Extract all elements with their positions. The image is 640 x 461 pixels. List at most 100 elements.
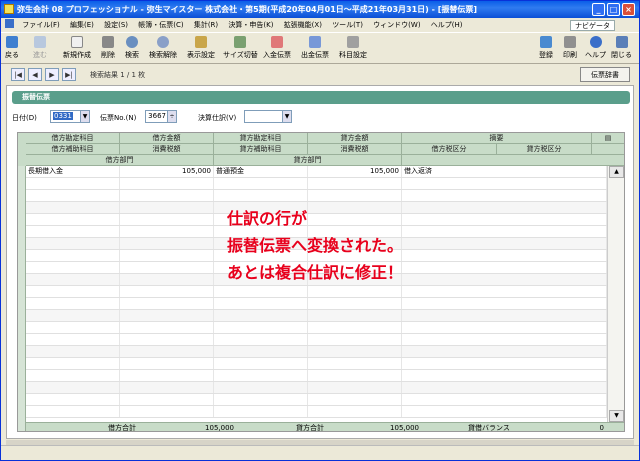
empty-cell[interactable] (120, 286, 214, 297)
empty-cell[interactable] (214, 346, 308, 357)
empty-cell[interactable] (214, 370, 308, 381)
empty-cell[interactable] (214, 406, 308, 417)
empty-cell[interactable] (26, 322, 120, 333)
empty-cell[interactable] (402, 370, 607, 381)
memo-cell[interactable]: 借入返済 (402, 166, 607, 177)
empty-row[interactable] (26, 406, 607, 418)
empty-cell[interactable] (308, 322, 402, 333)
empty-cell[interactable] (120, 382, 214, 393)
empty-cell[interactable] (120, 346, 214, 357)
debit-amount-cell[interactable]: 105,000 (120, 166, 214, 177)
empty-cell[interactable] (26, 358, 120, 369)
empty-cell[interactable] (214, 358, 308, 369)
empty-cell[interactable] (402, 394, 607, 405)
empty-row[interactable] (26, 358, 607, 370)
first-record-button[interactable]: |◀ (11, 68, 25, 81)
empty-cell[interactable] (26, 334, 120, 345)
menu-reports[interactable]: 集計(R) (190, 21, 222, 29)
scroll-down-arrow[interactable]: ▼ (609, 410, 624, 422)
empty-cell[interactable] (26, 298, 120, 309)
empty-cell[interactable] (120, 202, 214, 213)
empty-cell[interactable] (26, 226, 120, 237)
deposit-voucher-button[interactable]: 入金伝票 (263, 36, 291, 60)
empty-cell[interactable] (308, 286, 402, 297)
empty-cell[interactable] (26, 238, 120, 249)
register-button[interactable]: 登録 (539, 36, 553, 60)
payment-voucher-button[interactable]: 出金伝票 (301, 36, 329, 60)
empty-cell[interactable] (214, 178, 308, 189)
voucher-no-field[interactable]: 3667 ÷ (145, 110, 177, 123)
empty-cell[interactable] (308, 178, 402, 189)
empty-cell[interactable] (402, 190, 607, 201)
empty-cell[interactable] (308, 334, 402, 345)
prev-record-button[interactable]: ◀ (28, 68, 42, 81)
menu-extensions[interactable]: 拡張機能(X) (280, 21, 326, 29)
empty-cell[interactable] (26, 394, 120, 405)
empty-row[interactable] (26, 346, 607, 358)
empty-cell[interactable] (402, 298, 607, 309)
empty-row[interactable] (26, 190, 607, 202)
menu-closing[interactable]: 決算・申告(K) (224, 21, 277, 29)
credit-account-cell[interactable]: 普通預金 (214, 166, 308, 177)
empty-cell[interactable] (26, 178, 120, 189)
empty-cell[interactable] (120, 226, 214, 237)
empty-cell[interactable] (214, 334, 308, 345)
empty-cell[interactable] (308, 298, 402, 309)
empty-cell[interactable] (214, 310, 308, 321)
scroll-up-arrow[interactable]: ▲ (609, 166, 624, 178)
size-toggle-button[interactable]: サイズ切替 (223, 36, 258, 60)
empty-cell[interactable] (308, 394, 402, 405)
empty-cell[interactable] (308, 406, 402, 417)
empty-cell[interactable] (402, 286, 607, 297)
account-settings-button[interactable]: 科目設定 (339, 36, 367, 60)
empty-cell[interactable] (402, 406, 607, 417)
empty-cell[interactable] (26, 202, 120, 213)
empty-row[interactable] (26, 370, 607, 382)
empty-cell[interactable] (120, 358, 214, 369)
empty-cell[interactable] (402, 382, 607, 393)
empty-cell[interactable] (120, 322, 214, 333)
empty-cell[interactable] (26, 190, 120, 201)
empty-cell[interactable] (402, 178, 607, 189)
empty-cell[interactable] (402, 322, 607, 333)
back-button[interactable]: 戻る (5, 36, 19, 60)
vertical-scrollbar[interactable]: ▲ ▼ (607, 166, 624, 422)
empty-cell[interactable] (120, 406, 214, 417)
menu-window[interactable]: ウィンドウ(W) (369, 21, 424, 29)
chevron-down-icon[interactable]: ▼ (80, 111, 89, 122)
search-clear-button[interactable]: 検索解除 (149, 36, 177, 60)
empty-cell[interactable] (120, 178, 214, 189)
empty-cell[interactable] (120, 274, 214, 285)
forward-button[interactable]: 進む (33, 36, 47, 60)
empty-row[interactable] (26, 322, 607, 334)
empty-cell[interactable] (26, 310, 120, 321)
new-button[interactable]: 新規作成 (63, 36, 91, 60)
menu-books[interactable]: 帳簿・伝票(C) (134, 21, 187, 29)
empty-cell[interactable] (214, 322, 308, 333)
empty-cell[interactable] (26, 406, 120, 417)
credit-amount-cell[interactable]: 105,000 (308, 166, 402, 177)
empty-cell[interactable] (120, 298, 214, 309)
empty-cell[interactable] (120, 334, 214, 345)
empty-row[interactable] (26, 394, 607, 406)
menu-tools[interactable]: ツール(T) (328, 21, 367, 29)
display-settings-button[interactable]: 表示設定 (187, 36, 215, 60)
empty-cell[interactable] (214, 394, 308, 405)
empty-cell[interactable] (308, 382, 402, 393)
date-field[interactable]: 0331 ▼ (50, 110, 90, 123)
empty-cell[interactable] (308, 358, 402, 369)
maximize-button[interactable]: □ (607, 3, 620, 16)
empty-cell[interactable] (308, 370, 402, 381)
print-button[interactable]: 印刷 (563, 36, 577, 60)
empty-cell[interactable] (214, 382, 308, 393)
close-window-button[interactable]: × (622, 3, 635, 16)
chevron-down-icon[interactable]: ▼ (282, 111, 291, 122)
empty-cell[interactable] (214, 190, 308, 201)
empty-cell[interactable] (402, 310, 607, 321)
empty-cell[interactable] (26, 262, 120, 273)
empty-cell[interactable] (26, 274, 120, 285)
menu-edit[interactable]: 編集(E) (66, 21, 98, 29)
empty-cell[interactable] (26, 370, 120, 381)
search-button[interactable]: 検索 (125, 36, 139, 60)
empty-cell[interactable] (26, 286, 120, 297)
